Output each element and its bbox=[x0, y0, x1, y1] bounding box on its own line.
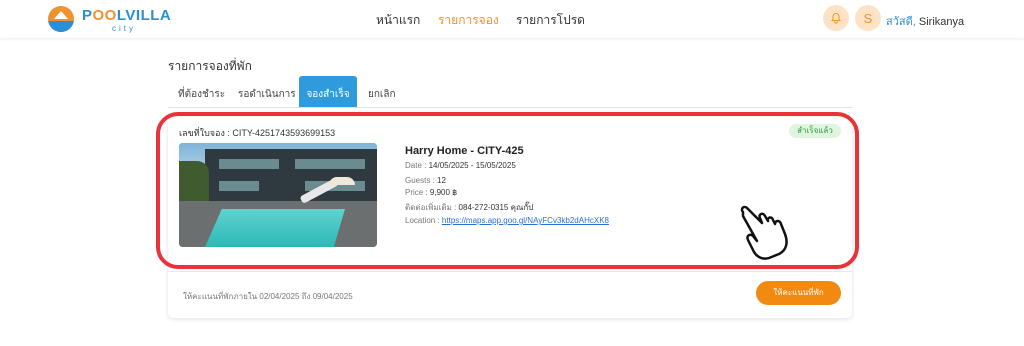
nav-favorites[interactable]: รายการโปรด bbox=[516, 11, 585, 30]
tabs-underline bbox=[168, 107, 852, 108]
user-avatar[interactable]: S bbox=[855, 5, 881, 31]
poolvilla-logo[interactable]: POOLVILLA city bbox=[48, 5, 172, 33]
top-header: POOLVILLA city หน้าแรก รายการจอง รายการโ… bbox=[0, 0, 1024, 38]
rating-window-text: ให้คะแนนที่พักภายใน 02/04/2025 ถึง 09/04… bbox=[183, 292, 353, 301]
tab-completed[interactable]: จองสำเร็จ bbox=[299, 76, 357, 107]
brand-name: POOLVILLA bbox=[82, 7, 172, 24]
house-pool-logo-icon bbox=[48, 6, 74, 32]
notification-bell-icon[interactable] bbox=[823, 5, 849, 31]
tab-to-pay[interactable]: ที่ต้องชำระ bbox=[178, 87, 225, 102]
nav-bookings[interactable]: รายการจอง bbox=[438, 11, 499, 30]
nav-home[interactable]: หน้าแรก bbox=[376, 11, 420, 30]
card-divider bbox=[168, 271, 852, 272]
rate-property-button[interactable]: ให้คะแนนที่พัก bbox=[756, 281, 841, 305]
brand-subtitle: city bbox=[112, 24, 136, 33]
hand-pointer-icon bbox=[740, 205, 788, 260]
tab-pending[interactable]: รอดำเนินการ bbox=[238, 87, 296, 102]
user-greeting[interactable]: สวัสดี, Sirikanya bbox=[886, 12, 964, 30]
tab-cancelled[interactable]: ยกเลิก bbox=[368, 87, 396, 102]
page-title: รายการจองที่พัก bbox=[168, 59, 252, 73]
